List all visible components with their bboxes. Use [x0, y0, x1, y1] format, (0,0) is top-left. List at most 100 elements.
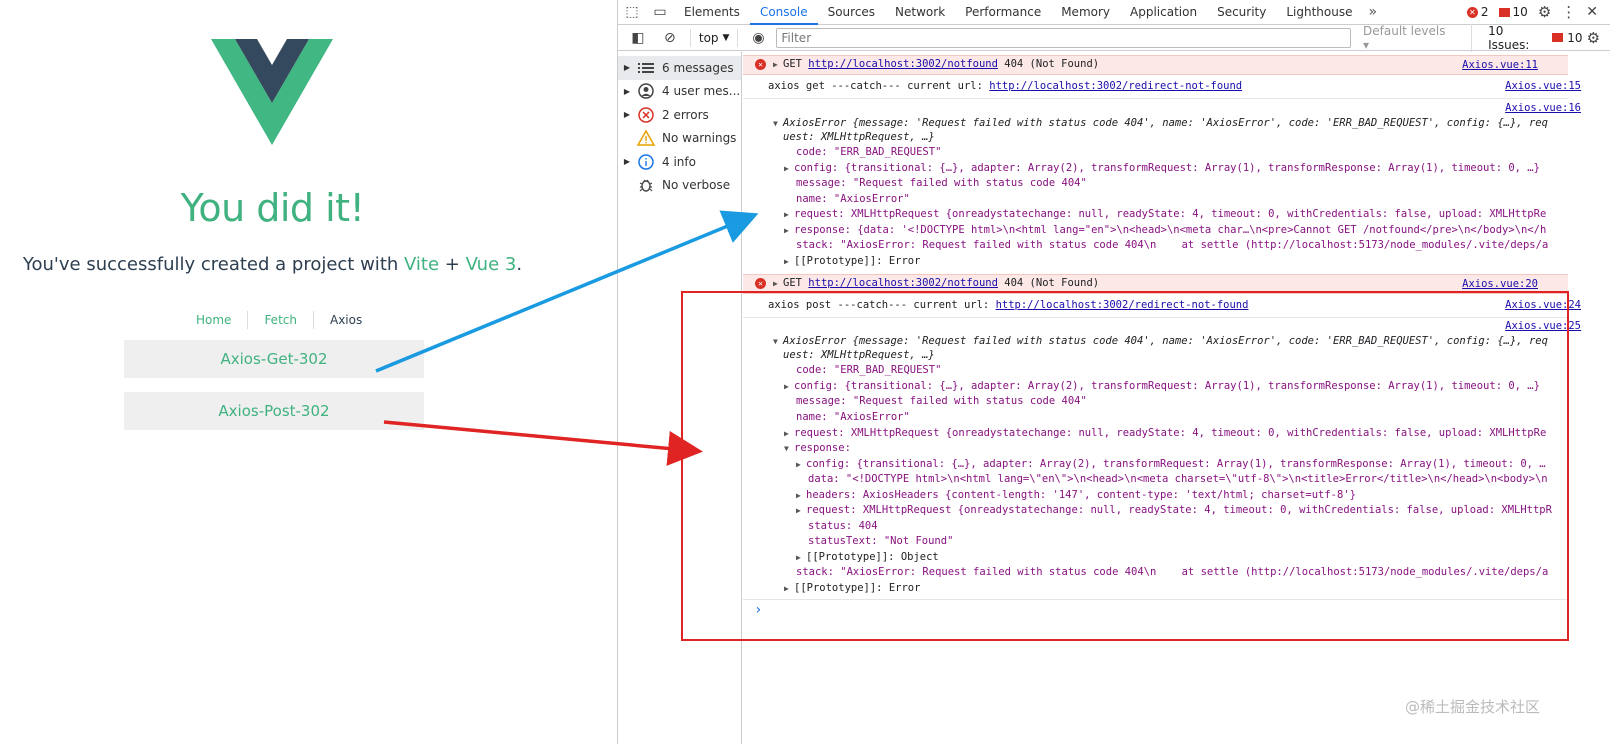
- issues-button[interactable]: 10 Issues: 10: [1471, 23, 1583, 52]
- tab-performance[interactable]: Performance: [955, 0, 1051, 25]
- error-icon: ✕: [755, 59, 766, 70]
- response-config[interactable]: ▶ config: {transitional: {…}, adapter: Ar…: [796, 457, 1610, 473]
- tab-network[interactable]: Network: [885, 0, 955, 25]
- response-status-text: statusText: "Not Found": [808, 535, 954, 547]
- console-prompt[interactable]: ›: [754, 603, 1574, 619]
- page-title: You did it!: [180, 186, 365, 230]
- clear-console-icon[interactable]: ⊘: [656, 30, 684, 46]
- prop-prototype[interactable]: ▶ [[Prototype]]: Error: [784, 254, 1604, 270]
- prop-stack: stack: "AxiosError: Request failed with …: [796, 566, 1549, 578]
- console-error-row[interactable]: ✕ ▶ GET http://localhost:3002/notfound 40…: [743, 274, 1568, 294]
- tab-application[interactable]: Application: [1120, 0, 1207, 25]
- kebab-menu-icon[interactable]: ⋮: [1561, 3, 1576, 21]
- source-link[interactable]: Axios.vue:20: [1462, 278, 1538, 290]
- vue-link[interactable]: Vue 3: [466, 254, 517, 275]
- nav-fetch-link[interactable]: Fetch: [247, 311, 313, 329]
- tab-memory[interactable]: Memory: [1051, 0, 1120, 25]
- sidebar-item-warnings[interactable]: No warnings: [618, 127, 741, 151]
- error-url-link[interactable]: http://localhost:3002/notfound: [808, 277, 998, 289]
- axios-error-object-cont: uest: XMLHttpRequest, …}: [783, 349, 935, 361]
- sidebar-item-errors[interactable]: ▶ 2 errors: [618, 103, 741, 127]
- devtools-panel: ⬚ ▭ Elements Console Sources Network Per…: [617, 0, 1610, 744]
- error-icon: [636, 105, 656, 125]
- console-log-line: axios get ---catch--- current url: http:…: [768, 80, 1243, 92]
- settings-gear-icon[interactable]: ⚙: [1538, 3, 1551, 21]
- console-log-line: axios post ---catch--- current url: http…: [768, 299, 1249, 311]
- bug-icon: [636, 175, 656, 195]
- prop-request[interactable]: ▶ request: XMLHttpRequest {onreadystatech…: [784, 426, 1604, 442]
- prop-code: code: "ERR_BAD_REQUEST": [796, 364, 942, 376]
- filter-input[interactable]: [776, 27, 1352, 48]
- response-headers[interactable]: ▶ headers: AxiosHeaders {content-length: …: [796, 488, 1610, 504]
- list-icon: [636, 58, 656, 78]
- console-toolbar: ◧ ⊘ top▼ ◉ Default levels ▾ 10 Issues:10…: [618, 23, 1610, 52]
- tab-lighthouse[interactable]: Lighthouse: [1276, 0, 1362, 25]
- page-subtitle: You've successfully created a project wi…: [22, 254, 523, 275]
- prop-response-expanded[interactable]: ▼ response:: [784, 441, 1604, 457]
- dropdown-arrow-icon: ▼: [722, 32, 730, 43]
- tab-security[interactable]: Security: [1207, 0, 1276, 25]
- issue-flag-icon: [1552, 33, 1564, 42]
- vue-logo: [211, 39, 333, 145]
- response-prototype[interactable]: ▶ [[Prototype]]: Object: [796, 550, 1610, 566]
- error-icon: ✕: [755, 278, 766, 289]
- response-status: status: 404: [808, 520, 878, 532]
- error-counter[interactable]: ✕ 2: [1466, 5, 1489, 19]
- prop-config[interactable]: ▶ config: {transitional: {…}, adapter: Ar…: [784, 379, 1604, 395]
- info-icon: [636, 152, 656, 172]
- sidebar-toggle-icon[interactable]: ◧: [624, 30, 652, 46]
- console-sidebar: ▶ 6 messages ▶ 4 user mes... ▶ 2 errors …: [618, 52, 742, 744]
- source-link[interactable]: Axios.vue:25: [1505, 320, 1581, 332]
- console-error-row[interactable]: ✕ ▶ GET http://localhost:3002/notfound 40…: [743, 55, 1568, 75]
- close-icon[interactable]: ✕: [1586, 4, 1598, 20]
- tab-sources[interactable]: Sources: [818, 0, 885, 25]
- response-request[interactable]: ▶ request: XMLHttpRequest {onreadystatech…: [796, 503, 1610, 519]
- issue-flag-icon: [1498, 7, 1510, 17]
- prop-message: message: "Request failed with status cod…: [796, 395, 1087, 407]
- console-output: ✕ ▶ GET http://localhost:3002/notfound 40…: [743, 52, 1610, 744]
- sidebar-item-messages[interactable]: ▶ 6 messages: [618, 56, 741, 80]
- more-tabs-button[interactable]: »: [1363, 4, 1384, 20]
- tab-console[interactable]: Console: [749, 0, 818, 25]
- tab-elements[interactable]: Elements: [674, 0, 750, 25]
- redirect-url-link[interactable]: http://localhost:3002/redirect-not-found: [989, 80, 1242, 92]
- vite-link[interactable]: Vite: [404, 254, 439, 275]
- warning-icon: [636, 128, 656, 148]
- prop-code: code: "ERR_BAD_REQUEST": [796, 146, 942, 158]
- source-link[interactable]: Axios.vue:15: [1505, 80, 1581, 92]
- issue-counter[interactable]: 10: [1498, 5, 1528, 19]
- prop-response[interactable]: ▶ response: {data: '<!DOCTYPE html>\n<htm…: [784, 223, 1604, 239]
- inspect-element-icon[interactable]: ⬚: [618, 4, 646, 20]
- prop-stack: stack: "AxiosError: Request failed with …: [796, 239, 1549, 251]
- user-icon: [636, 81, 656, 101]
- watermark: @稀土掘金技术社区: [1405, 698, 1541, 716]
- redirect-url-link[interactable]: http://localhost:3002/redirect-not-found: [996, 299, 1249, 311]
- log-levels-dropdown[interactable]: Default levels ▾: [1355, 24, 1455, 52]
- nav-axios-link[interactable]: Axios: [312, 311, 378, 329]
- prop-name: name: "AxiosError": [796, 411, 910, 423]
- live-expression-eye-icon[interactable]: ◉: [744, 30, 772, 46]
- sidebar-item-info[interactable]: ▶ 4 info: [618, 150, 741, 174]
- axios-get-302-button[interactable]: Axios-Get-302: [124, 340, 424, 378]
- console-settings-gear-icon[interactable]: ⚙: [1587, 29, 1600, 47]
- sidebar-item-verbose[interactable]: No verbose: [618, 174, 741, 198]
- source-link[interactable]: Axios.vue:24: [1505, 299, 1581, 311]
- sidebar-item-user-messages[interactable]: ▶ 4 user mes...: [618, 80, 741, 104]
- source-link[interactable]: Axios.vue:16: [1505, 102, 1581, 114]
- error-icon: ✕: [1466, 6, 1478, 18]
- nav-home-link[interactable]: Home: [180, 311, 247, 329]
- prop-prototype[interactable]: ▶ [[Prototype]]: Error: [784, 581, 1604, 597]
- prop-config[interactable]: ▶ config: {transitional: {…}, adapter: Ar…: [784, 161, 1604, 177]
- app-page: You did it! You've successfully created …: [0, 0, 617, 744]
- router-nav: Home Fetch Axios: [180, 311, 378, 329]
- context-selector[interactable]: top ▼: [689, 28, 739, 47]
- prop-message: message: "Request failed with status cod…: [796, 177, 1087, 189]
- axios-error-object-cont: uest: XMLHttpRequest, …}: [783, 131, 935, 143]
- source-link[interactable]: Axios.vue:11: [1462, 59, 1538, 71]
- error-url-link[interactable]: http://localhost:3002/notfound: [808, 58, 998, 70]
- response-data: data: "<!DOCTYPE html>\n<html lang=\"en\…: [808, 473, 1548, 485]
- prop-request[interactable]: ▶ request: XMLHttpRequest {onreadystatech…: [784, 207, 1604, 223]
- axios-post-302-button[interactable]: Axios-Post-302: [124, 392, 424, 430]
- devtools-tabbar: ⬚ ▭ Elements Console Sources Network Per…: [618, 0, 1610, 25]
- device-toolbar-icon[interactable]: ▭: [646, 4, 674, 20]
